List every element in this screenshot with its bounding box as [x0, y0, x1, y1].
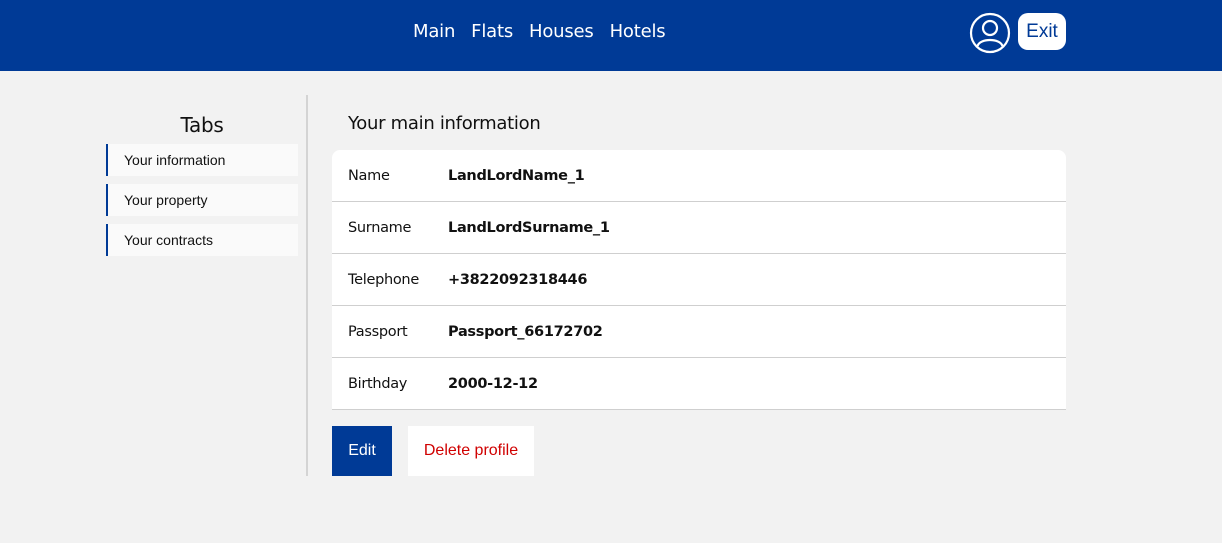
table-row: Surname LandLordSurname_1: [332, 202, 1066, 254]
nav-link-main[interactable]: Main: [413, 19, 455, 45]
row-label: Name: [348, 167, 390, 184]
sidebar-divider: [306, 95, 308, 476]
nav-link-houses[interactable]: Houses: [529, 19, 594, 45]
nav-link-flats[interactable]: Flats: [471, 19, 513, 45]
edit-button[interactable]: Edit: [332, 426, 392, 476]
sidebar-title: Tabs: [180, 113, 224, 137]
row-value: LandLordName_1: [448, 167, 585, 184]
user-circle-icon[interactable]: [969, 12, 1011, 54]
row-value: LandLordSurname_1: [448, 219, 610, 236]
sidebar: Tabs Your information Your property Your…: [106, 110, 298, 264]
delete-profile-button[interactable]: Delete profile: [408, 426, 534, 476]
info-table: Name LandLordName_1 Surname LandLordSurn…: [332, 150, 1066, 410]
table-row: Passport Passport_66172702: [332, 306, 1066, 358]
row-value: +3822092318446: [448, 271, 588, 288]
sidebar-item-your-information[interactable]: Your information: [106, 144, 298, 176]
table-row: Birthday 2000-12-12: [332, 358, 1066, 410]
top-navbar: Main Flats Houses Hotels Exit: [0, 0, 1222, 71]
main-nav: Main Flats Houses Hotels: [413, 19, 666, 45]
row-label: Surname: [348, 219, 412, 236]
page-title: Your main information: [348, 113, 541, 134]
table-row: Telephone +3822092318446: [332, 254, 1066, 306]
sidebar-item-your-contracts[interactable]: Your contracts: [106, 224, 298, 256]
row-value: Passport_66172702: [448, 323, 603, 340]
table-row: Name LandLordName_1: [332, 150, 1066, 202]
row-label: Telephone: [348, 271, 419, 288]
row-value: 2000-12-12: [448, 375, 538, 392]
nav-link-hotels[interactable]: Hotels: [610, 19, 666, 45]
sidebar-item-your-property[interactable]: Your property: [106, 184, 298, 216]
row-label: Birthday: [348, 375, 408, 392]
exit-button[interactable]: Exit: [1018, 13, 1066, 50]
row-label: Passport: [348, 323, 408, 340]
